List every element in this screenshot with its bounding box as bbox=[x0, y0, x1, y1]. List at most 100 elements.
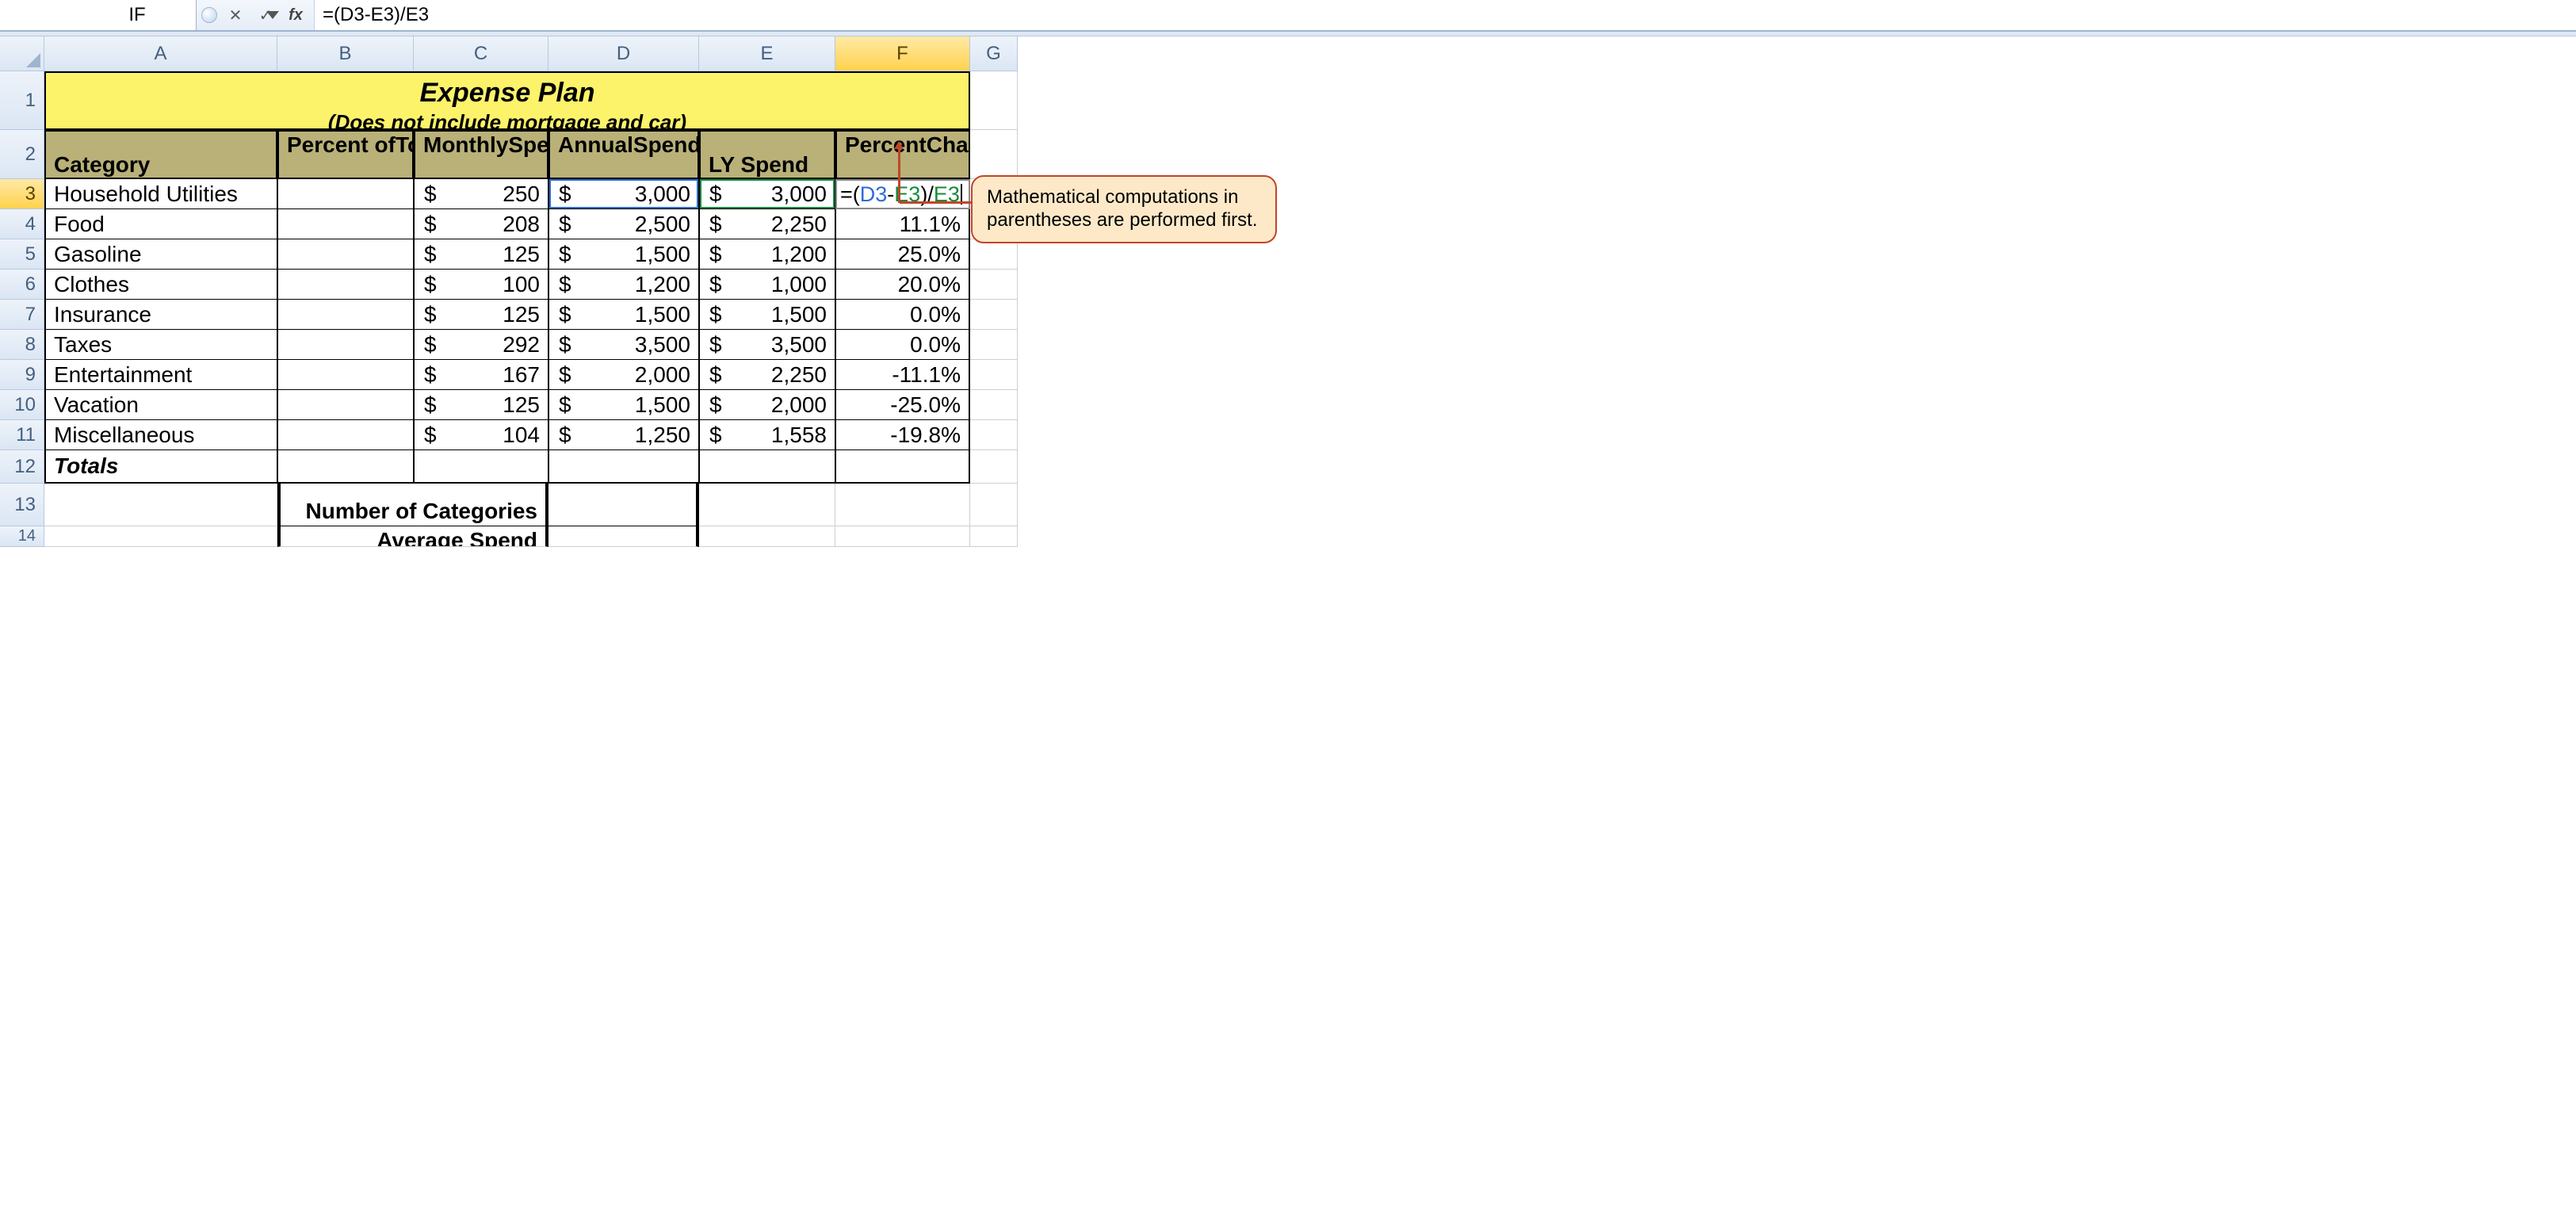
header-monthly-spend[interactable]: MonthlySpend bbox=[414, 130, 548, 179]
label-average-spend[interactable]: Average Spend bbox=[277, 526, 548, 547]
cell-E6[interactable]: $1,000 bbox=[699, 270, 835, 300]
header-category[interactable]: Category bbox=[44, 130, 277, 179]
cell-B4[interactable] bbox=[277, 209, 414, 239]
cell-D9[interactable]: $2,000 bbox=[548, 360, 699, 390]
cell-G14[interactable] bbox=[970, 526, 1018, 547]
cell-C10[interactable]: $125 bbox=[414, 390, 548, 420]
cell-A13[interactable] bbox=[44, 484, 277, 526]
cell-G13[interactable] bbox=[970, 484, 1018, 526]
cell-F11[interactable]: -19.8% bbox=[835, 420, 970, 450]
cell-F9[interactable]: -11.1% bbox=[835, 360, 970, 390]
column-header-G[interactable]: G bbox=[970, 36, 1018, 71]
cell-F3[interactable]: =(D3-E3)/E3 bbox=[835, 179, 970, 209]
title-cell[interactable]: Expense Plan (Does not include mortgage … bbox=[44, 71, 970, 130]
cell-G10[interactable] bbox=[970, 390, 1018, 420]
cell-B10[interactable] bbox=[277, 390, 414, 420]
header-percent-change[interactable]: PercentChange bbox=[835, 130, 970, 179]
row-header-8[interactable]: 8 bbox=[0, 330, 44, 360]
cell-B3[interactable] bbox=[277, 179, 414, 209]
cell-G11[interactable] bbox=[970, 420, 1018, 450]
cell-A9[interactable]: Entertainment bbox=[44, 360, 277, 390]
row-header-13[interactable]: 13 bbox=[0, 484, 44, 526]
cell-C4[interactable]: $208 bbox=[414, 209, 548, 239]
cell-A6[interactable]: Clothes bbox=[44, 270, 277, 300]
cell-G2[interactable] bbox=[970, 130, 1018, 179]
cell-G1[interactable] bbox=[970, 71, 1018, 130]
cell-G7[interactable] bbox=[970, 300, 1018, 330]
cell-E5[interactable]: $1,200 bbox=[699, 239, 835, 270]
name-box-wrap[interactable] bbox=[0, 0, 197, 30]
row-header-4[interactable]: 4 bbox=[0, 209, 44, 239]
cell-E12[interactable] bbox=[699, 450, 835, 484]
cell-C6[interactable]: $100 bbox=[414, 270, 548, 300]
row-header-9[interactable]: 9 bbox=[0, 360, 44, 390]
select-all-corner[interactable] bbox=[0, 36, 44, 71]
column-header-E[interactable]: E bbox=[699, 36, 835, 71]
name-box-dropdown-icon[interactable] bbox=[266, 11, 279, 19]
cell-E4[interactable]: $2,250 bbox=[699, 209, 835, 239]
cell-E13[interactable] bbox=[699, 484, 835, 526]
row-header-11[interactable]: 11 bbox=[0, 420, 44, 450]
totals-label[interactable]: Totals bbox=[44, 450, 277, 484]
cell-G6[interactable] bbox=[970, 270, 1018, 300]
row-header-2[interactable]: 2 bbox=[0, 130, 44, 179]
cell-D10[interactable]: $1,500 bbox=[548, 390, 699, 420]
cell-B9[interactable] bbox=[277, 360, 414, 390]
cell-A3[interactable]: Household Utilities bbox=[44, 179, 277, 209]
cell-B6[interactable] bbox=[277, 270, 414, 300]
cell-B12[interactable] bbox=[277, 450, 414, 484]
cell-G8[interactable] bbox=[970, 330, 1018, 360]
header-percent-total[interactable]: Percent ofTotal bbox=[277, 130, 414, 179]
cell-D11[interactable]: $1,250 bbox=[548, 420, 699, 450]
cell-B5[interactable] bbox=[277, 239, 414, 270]
cell-D4[interactable]: $2,500 bbox=[548, 209, 699, 239]
column-header-D[interactable]: D bbox=[548, 36, 699, 71]
column-header-C[interactable]: C bbox=[414, 36, 548, 71]
cell-D6[interactable]: $1,200 bbox=[548, 270, 699, 300]
cell-F10[interactable]: -25.0% bbox=[835, 390, 970, 420]
cell-B11[interactable] bbox=[277, 420, 414, 450]
cell-B7[interactable] bbox=[277, 300, 414, 330]
cell-A11[interactable]: Miscellaneous bbox=[44, 420, 277, 450]
column-header-A[interactable]: A bbox=[44, 36, 277, 71]
cell-A8[interactable]: Taxes bbox=[44, 330, 277, 360]
cell-D14[interactable] bbox=[548, 526, 699, 547]
cell-E9[interactable]: $2,250 bbox=[699, 360, 835, 390]
cell-C8[interactable]: $292 bbox=[414, 330, 548, 360]
cell-G9[interactable] bbox=[970, 360, 1018, 390]
row-header-3[interactable]: 3 bbox=[0, 179, 44, 209]
cell-A10[interactable]: Vacation bbox=[44, 390, 277, 420]
column-header-F[interactable]: F bbox=[835, 36, 970, 71]
cell-E11[interactable]: $1,558 bbox=[699, 420, 835, 450]
cell-C7[interactable]: $125 bbox=[414, 300, 548, 330]
row-header-6[interactable]: 6 bbox=[0, 270, 44, 300]
cell-B8[interactable] bbox=[277, 330, 414, 360]
row-header-12[interactable]: 12 bbox=[0, 450, 44, 484]
cell-A14[interactable] bbox=[44, 526, 277, 547]
cell-C9[interactable]: $167 bbox=[414, 360, 548, 390]
cell-D13[interactable] bbox=[548, 484, 699, 526]
cell-F7[interactable]: 0.0% bbox=[835, 300, 970, 330]
header-annual-spend[interactable]: AnnualSpend bbox=[548, 130, 699, 179]
cell-F8[interactable]: 0.0% bbox=[835, 330, 970, 360]
cell-E7[interactable]: $1,500 bbox=[699, 300, 835, 330]
column-header-B[interactable]: B bbox=[277, 36, 414, 71]
cell-E14[interactable] bbox=[699, 526, 835, 547]
formula-input[interactable] bbox=[315, 0, 2576, 30]
row-header-10[interactable]: 10 bbox=[0, 390, 44, 420]
cell-E8[interactable]: $3,500 bbox=[699, 330, 835, 360]
cell-E3[interactable]: $3,000 bbox=[699, 179, 835, 209]
cell-G12[interactable] bbox=[970, 450, 1018, 484]
cell-F5[interactable]: 25.0% bbox=[835, 239, 970, 270]
cell-D5[interactable]: $1,500 bbox=[548, 239, 699, 270]
cell-A7[interactable]: Insurance bbox=[44, 300, 277, 330]
cell-C3[interactable]: $250 bbox=[414, 179, 548, 209]
cell-D3[interactable]: $3,000 bbox=[548, 179, 699, 209]
row-header-14[interactable]: 14 bbox=[0, 526, 44, 547]
cell-D7[interactable]: $1,500 bbox=[548, 300, 699, 330]
cell-C12[interactable] bbox=[414, 450, 548, 484]
cell-A5[interactable]: Gasoline bbox=[44, 239, 277, 270]
label-number-of-categories[interactable]: Number of Categories bbox=[277, 484, 548, 526]
cell-C11[interactable]: $104 bbox=[414, 420, 548, 450]
cell-F4[interactable]: 11.1% bbox=[835, 209, 970, 239]
